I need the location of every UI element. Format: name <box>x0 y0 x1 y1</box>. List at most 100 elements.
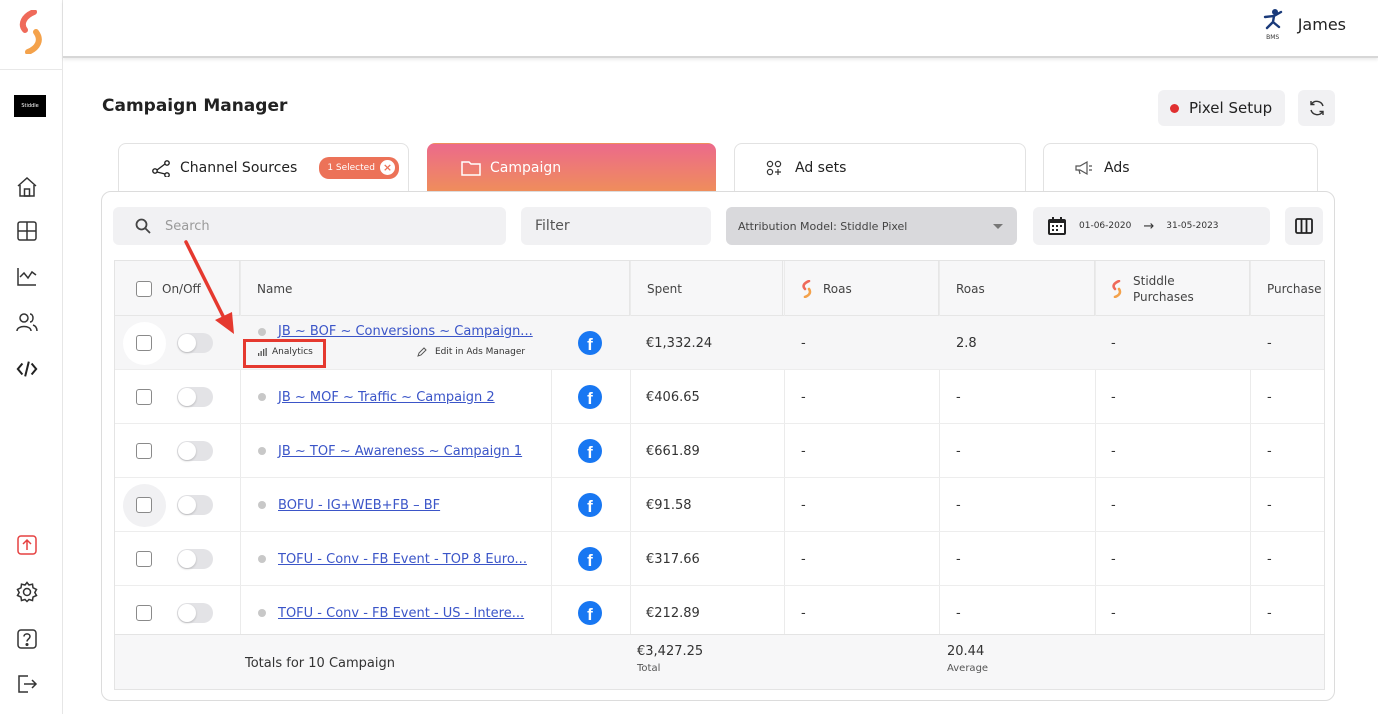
tab-channel-sources[interactable]: Channel Sources 1 Selected × <box>118 143 409 191</box>
header-stiddle-roas-label: Roas <box>823 281 852 296</box>
campaign-toggle[interactable] <box>177 441 213 461</box>
row-checkbox[interactable] <box>136 389 152 405</box>
stiddle-roas-cell: - <box>801 497 806 513</box>
row-checkbox[interactable] <box>136 335 152 351</box>
page-title: Campaign Manager <box>102 96 288 116</box>
tab-ads[interactable]: Ads <box>1043 143 1318 191</box>
stiddle-purchases-cell: - <box>1111 389 1116 405</box>
stiddle-roas-cell: - <box>801 551 806 567</box>
refresh-button[interactable] <box>1298 90 1335 126</box>
table-row[interactable]: JB ~ TOF ~ Awareness ~ Campaign 1 f €661.8… <box>115 424 1324 478</box>
purchase-cell: - <box>1267 389 1272 405</box>
share-icon <box>152 159 170 177</box>
search-box[interactable] <box>113 207 506 245</box>
help-icon[interactable] <box>16 628 38 650</box>
purchase-cell: - <box>1267 335 1272 351</box>
edit-in-ads-manager-link[interactable]: Edit in Ads Manager <box>417 347 525 357</box>
pixel-setup-button[interactable]: Pixel Setup <box>1158 90 1285 126</box>
folder-icon <box>461 160 481 176</box>
search-input[interactable] <box>165 218 465 234</box>
spent-cell: €1,332.24 <box>646 335 713 351</box>
clear-selection-icon[interactable]: × <box>379 160 395 175</box>
header-purchase[interactable]: Purchase <box>1250 261 1324 316</box>
status-dot <box>258 555 266 563</box>
stiddle-purchases-cell: - <box>1111 443 1116 459</box>
stiddle-purchases-cell: - <box>1111 605 1116 621</box>
sidebar-divider <box>0 69 63 70</box>
table-row[interactable]: TOFU - Conv - FB Event - TOP 8 Euro... f €… <box>115 532 1324 586</box>
header-stiddle-purchases[interactable]: Stiddle Purchases <box>1095 261 1250 316</box>
campaign-panel: Filter Attribution Model: Stiddle Pixel … <box>101 191 1335 701</box>
date-from[interactable]: 01-06-2020 <box>1079 221 1131 231</box>
table-row[interactable]: TOFU - Conv - FB Event - US - Intere... f… <box>115 586 1324 640</box>
tab-ad-sets[interactable]: Ad sets <box>734 143 1026 191</box>
home-icon[interactable] <box>16 176 38 198</box>
campaign-name-link[interactable]: JB ~ BOF ~ Conversions ~ Campaign... <box>278 324 533 339</box>
attribution-model-select[interactable]: Attribution Model: Stiddle Pixel <box>726 207 1017 245</box>
user-menu[interactable]: BMS James <box>1258 8 1346 41</box>
header-spent[interactable]: Spent <box>630 261 783 316</box>
company-logo-text: BMS <box>1266 34 1280 41</box>
campaign-name-link[interactable]: JB ~ MOF ~ Traffic ~ Campaign 2 <box>278 390 495 405</box>
purchase-cell: - <box>1267 551 1272 567</box>
table-row[interactable]: JB ~ MOF ~ Traffic ~ Campaign 2 f €406.65 -… <box>115 370 1324 424</box>
select-all-checkbox[interactable] <box>136 280 152 297</box>
campaign-table: On/Off Name Spent Roas Roas Stiddle Purch… <box>114 260 1325 690</box>
selected-badge[interactable]: 1 Selected × <box>319 156 399 179</box>
filter-input[interactable]: Filter <box>521 207 711 245</box>
stiddle-roas-cell: - <box>801 605 806 621</box>
spent-cell: €91.58 <box>646 497 692 513</box>
campaign-name-link[interactable]: TOFU - Conv - FB Event - TOP 8 Euro... <box>278 552 527 567</box>
date-to[interactable]: 31-05-2023 <box>1166 221 1218 231</box>
totals-spent-value: €3,427.25 <box>637 644 704 659</box>
campaign-name-cell: TOFU - Conv - FB Event - US - Intere... <box>258 586 524 640</box>
roas-cell: - <box>956 551 961 567</box>
search-icon <box>135 218 151 234</box>
users-icon[interactable] <box>16 311 38 333</box>
facebook-icon: f <box>578 331 602 355</box>
status-dot <box>258 501 266 509</box>
edit-in-ads-manager-label: Edit in Ads Manager <box>435 347 526 357</box>
row-checkbox[interactable] <box>136 443 152 459</box>
brand-logo-text: Stiddle <box>21 103 39 109</box>
refresh-icon <box>1309 100 1324 116</box>
spent-cell: €661.89 <box>646 443 700 459</box>
columns-icon <box>1295 218 1313 234</box>
header-roas[interactable]: Roas <box>939 261 1095 316</box>
row-checkbox[interactable] <box>136 497 152 513</box>
row-checkbox[interactable] <box>136 551 152 567</box>
chart-icon[interactable] <box>16 265 38 287</box>
settings-gear-icon[interactable] <box>16 581 38 603</box>
campaign-toggle[interactable] <box>177 387 213 407</box>
roas-cell: 2.8 <box>956 335 977 351</box>
stiddle-purchases-cell: - <box>1111 497 1116 513</box>
campaign-name-link[interactable]: JB ~ TOF ~ Awareness ~ Campaign 1 <box>278 444 522 459</box>
header-stiddle-purchases-line2: Purchases <box>1133 289 1194 304</box>
facebook-icon: f <box>578 601 602 625</box>
tab-ads-label: Ads <box>1104 159 1130 176</box>
roas-cell: - <box>956 497 961 513</box>
pixel-status-dot <box>1170 103 1179 113</box>
totals-roas: 20.44 Average <box>947 644 988 674</box>
header-stiddle-roas[interactable]: Roas <box>784 261 939 316</box>
tab-campaign[interactable]: Campaign <box>427 143 716 191</box>
campaign-name-link[interactable]: TOFU - Conv - FB Event - US - Intere... <box>278 606 524 621</box>
campaign-toggle[interactable] <box>177 495 213 515</box>
date-range-picker[interactable]: 01-06-2020 → 31-05-2023 <box>1033 207 1270 245</box>
columns-button[interactable] <box>1285 207 1323 245</box>
campaign-toggle[interactable] <box>177 549 213 569</box>
code-icon[interactable] <box>16 358 38 380</box>
row-checkbox[interactable] <box>136 605 152 621</box>
campaign-name-link[interactable]: BOFU - IG+WEB+FB – BF <box>278 498 440 513</box>
brand-logo[interactable]: Stiddle <box>14 95 46 117</box>
logout-icon[interactable] <box>16 673 38 695</box>
campaign-toggle[interactable] <box>177 603 213 623</box>
app-logo[interactable] <box>16 9 46 55</box>
header-name[interactable]: Name <box>240 261 630 316</box>
upload-icon[interactable] <box>16 534 38 556</box>
dashboard-grid-icon[interactable] <box>16 220 38 242</box>
table-row[interactable]: BOFU - IG+WEB+FB – BF f €91.58 - - - - <box>115 478 1324 532</box>
roas-cell: - <box>956 443 961 459</box>
table-header: On/Off Name Spent Roas Roas Stiddle Purch… <box>115 261 1324 316</box>
status-dot <box>258 327 266 336</box>
